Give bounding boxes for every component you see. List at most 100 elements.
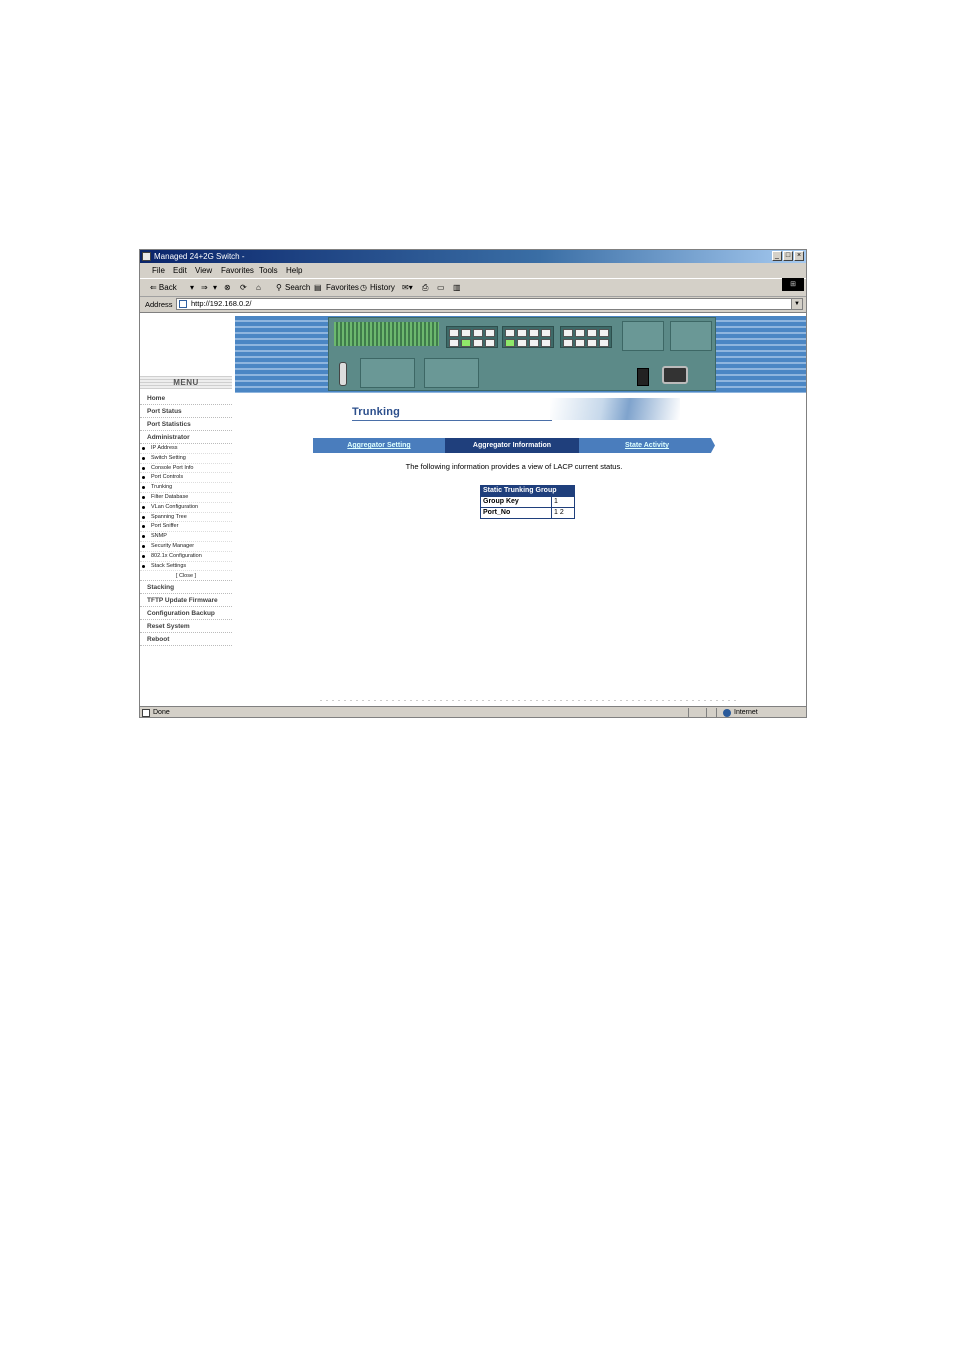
back-button[interactable]: ⇐ Back	[150, 279, 177, 296]
menu-favorites[interactable]: Favorites	[221, 264, 254, 278]
sidebar-subitem-trunking[interactable]: Trunking	[140, 483, 232, 493]
status-text: Done	[153, 709, 170, 716]
status-separator	[716, 708, 717, 717]
address-label: Address	[145, 300, 173, 309]
title-decoration	[550, 398, 680, 420]
expansion-slot-2	[424, 358, 479, 388]
device-banner	[235, 316, 806, 393]
menu-bar: File Edit View Favorites Tools Help ⊞	[140, 264, 806, 291]
footer-divider	[320, 700, 740, 701]
sidebar-subitem-spanning-tree[interactable]: Spanning Tree	[140, 513, 232, 523]
tab-bar: Aggregator Setting Aggregator Informatio…	[313, 438, 715, 453]
sidebar-subitem-port-controls[interactable]: Port Controls	[140, 473, 232, 484]
mail-icon[interactable]: ✉▾	[402, 279, 413, 296]
history-icon[interactable]: ◷	[360, 279, 367, 296]
menu-file[interactable]: File	[152, 264, 165, 278]
ie-page-icon	[142, 252, 151, 261]
table-header: Static Trunking Group	[480, 485, 575, 497]
console-port	[339, 362, 347, 386]
status-bar: Done Internet	[140, 706, 806, 717]
sidebar-close-link[interactable]: [ Close ]	[140, 571, 232, 582]
sidebar-item-administrator[interactable]: Administrator	[140, 431, 232, 444]
expansion-slot-1	[360, 358, 415, 388]
tab-aggregator-information[interactable]: Aggregator Information	[445, 438, 579, 453]
sidebar-item-stacking[interactable]: Stacking	[140, 581, 232, 595]
page-title: Trunking	[352, 406, 401, 418]
address-input[interactable]: http://192.168.0.2/ ▼	[176, 298, 803, 310]
sidebar-subitem-port-sniffer[interactable]: Port Sniffer	[140, 522, 232, 533]
sidebar-item-home[interactable]: Home	[140, 392, 232, 405]
tab-aggregator-setting[interactable]: Aggregator Setting	[313, 438, 445, 453]
gigabit-slot-1	[622, 321, 664, 351]
sidebar-subitem-switch-setting[interactable]: Switch Setting	[140, 454, 232, 464]
minimize-button[interactable]: _	[772, 251, 782, 261]
sidebar-item-reset-system[interactable]: Reset System	[140, 620, 232, 634]
sidebar-item-port-statistics[interactable]: Port Statistics	[140, 418, 232, 431]
tab-state-activity[interactable]: State Activity	[579, 438, 715, 453]
internet-globe-icon	[723, 709, 731, 717]
forward-button[interactable]: ⇒	[201, 279, 208, 296]
sidebar-subitem-console-port-info[interactable]: Console Port Info	[140, 464, 232, 474]
page-done-icon	[142, 709, 150, 717]
sidebar-subitem-802-1x-configuration[interactable]: 802.1x Configuration	[140, 552, 232, 562]
trunking-table: Static Trunking Group Group Key 1 Port_N…	[480, 485, 575, 519]
status-separator	[688, 708, 689, 717]
switch-front-panel-image	[328, 317, 716, 391]
sidebar-item-reboot[interactable]: Reboot	[140, 633, 232, 647]
table-row: Port_No 1 2	[480, 507, 575, 519]
port-no-label: Port_No	[480, 507, 552, 519]
window-title: Managed 24+2G Switch -	[154, 252, 245, 261]
power-switch	[637, 368, 649, 386]
status-separator	[706, 708, 707, 717]
favorites-button[interactable]: Favorites	[326, 279, 359, 296]
sidebar-subitem-stack-settings[interactable]: Stack Settings	[140, 562, 232, 572]
discuss-icon[interactable]: ▥	[453, 279, 461, 296]
forward-dropdown[interactable]: ▾	[213, 279, 217, 296]
home-icon[interactable]: ⌂	[256, 279, 261, 296]
favorites-icon[interactable]: ▤	[314, 279, 322, 296]
sidebar-item-configuration-backup[interactable]: Configuration Backup	[140, 607, 232, 621]
address-bar: Address http://192.168.0.2/ ▼	[140, 297, 806, 313]
title-bar: Managed 24+2G Switch - _ □ ×	[140, 250, 806, 263]
toolbar: ⇐ Back ▾ ⇒ ▾ ⊗ ⟳ ⌂ ⚲ Search ▤ Favorites …	[140, 279, 806, 297]
menu-title: MENU	[140, 376, 232, 389]
info-text: The following information provides a vie…	[405, 462, 623, 471]
refresh-icon[interactable]: ⟳	[240, 279, 247, 296]
port-group-2	[502, 326, 554, 348]
menu-view[interactable]: View	[195, 264, 212, 278]
sidebar-subitem-filter-database[interactable]: Filter Database	[140, 493, 232, 503]
title-underline	[352, 420, 552, 421]
group-key-label: Group Key	[480, 496, 552, 508]
back-dropdown[interactable]: ▾	[190, 279, 194, 296]
address-url: http://192.168.0.2/	[191, 299, 252, 308]
sidebar-item-tftp-update-firmware[interactable]: TFTP Update Firmware	[140, 594, 232, 608]
security-zone: Internet	[734, 709, 758, 716]
sidebar: MENU Home Port Status Port Statistics Ad…	[140, 313, 232, 706]
search-button[interactable]: Search	[285, 279, 310, 296]
page-icon	[179, 300, 187, 308]
sidebar-subitem-ip-address[interactable]: IP Address	[140, 444, 232, 454]
edit-icon[interactable]: ▭	[437, 279, 445, 296]
menu-tools[interactable]: Tools	[259, 264, 278, 278]
power-socket	[662, 366, 688, 384]
close-button[interactable]: ×	[794, 251, 804, 261]
sidebar-subitem-security-manager[interactable]: Security Manager	[140, 542, 232, 552]
sidebar-item-port-status[interactable]: Port Status	[140, 405, 232, 418]
stop-icon[interactable]: ⊗	[224, 279, 231, 296]
menu-list: Home Port Status Port Statistics Adminis…	[140, 392, 232, 647]
address-dropdown-icon[interactable]: ▼	[791, 299, 802, 309]
group-key-value: 1	[551, 496, 575, 508]
search-icon[interactable]: ⚲	[276, 279, 282, 296]
maximize-button[interactable]: □	[783, 251, 793, 261]
menu-help[interactable]: Help	[286, 264, 302, 278]
print-icon[interactable]: ⎙	[422, 279, 428, 296]
sidebar-subitem-snmp[interactable]: SNMP	[140, 532, 232, 542]
history-button[interactable]: History	[370, 279, 395, 296]
sidebar-subitem-vlan-configuration[interactable]: VLan Configuration	[140, 503, 232, 513]
port-group-3	[560, 326, 612, 348]
browser-window: Managed 24+2G Switch - _ □ × File Edit V…	[139, 249, 807, 718]
menu-edit[interactable]: Edit	[173, 264, 187, 278]
led-indicator-panel	[334, 322, 439, 346]
page-content: MENU Home Port Status Port Statistics Ad…	[140, 313, 806, 706]
table-row: Group Key 1	[480, 496, 575, 508]
